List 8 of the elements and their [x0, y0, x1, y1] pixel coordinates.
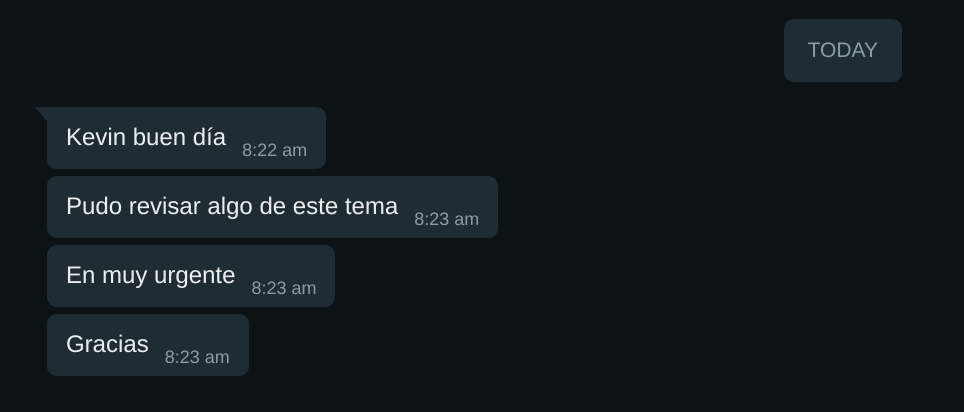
- message-time: 8:23 am: [164, 346, 230, 368]
- message-text: Gracias: [66, 330, 149, 360]
- message-text: Pudo revisar algo de este tema: [66, 192, 398, 222]
- message-text: Kevin buen día: [66, 123, 226, 153]
- message-text: En muy urgente: [66, 261, 236, 291]
- message-time: 8:23 am: [251, 277, 316, 299]
- message-time: 8:23 am: [414, 208, 480, 230]
- message-time: 8:22 am: [242, 139, 308, 161]
